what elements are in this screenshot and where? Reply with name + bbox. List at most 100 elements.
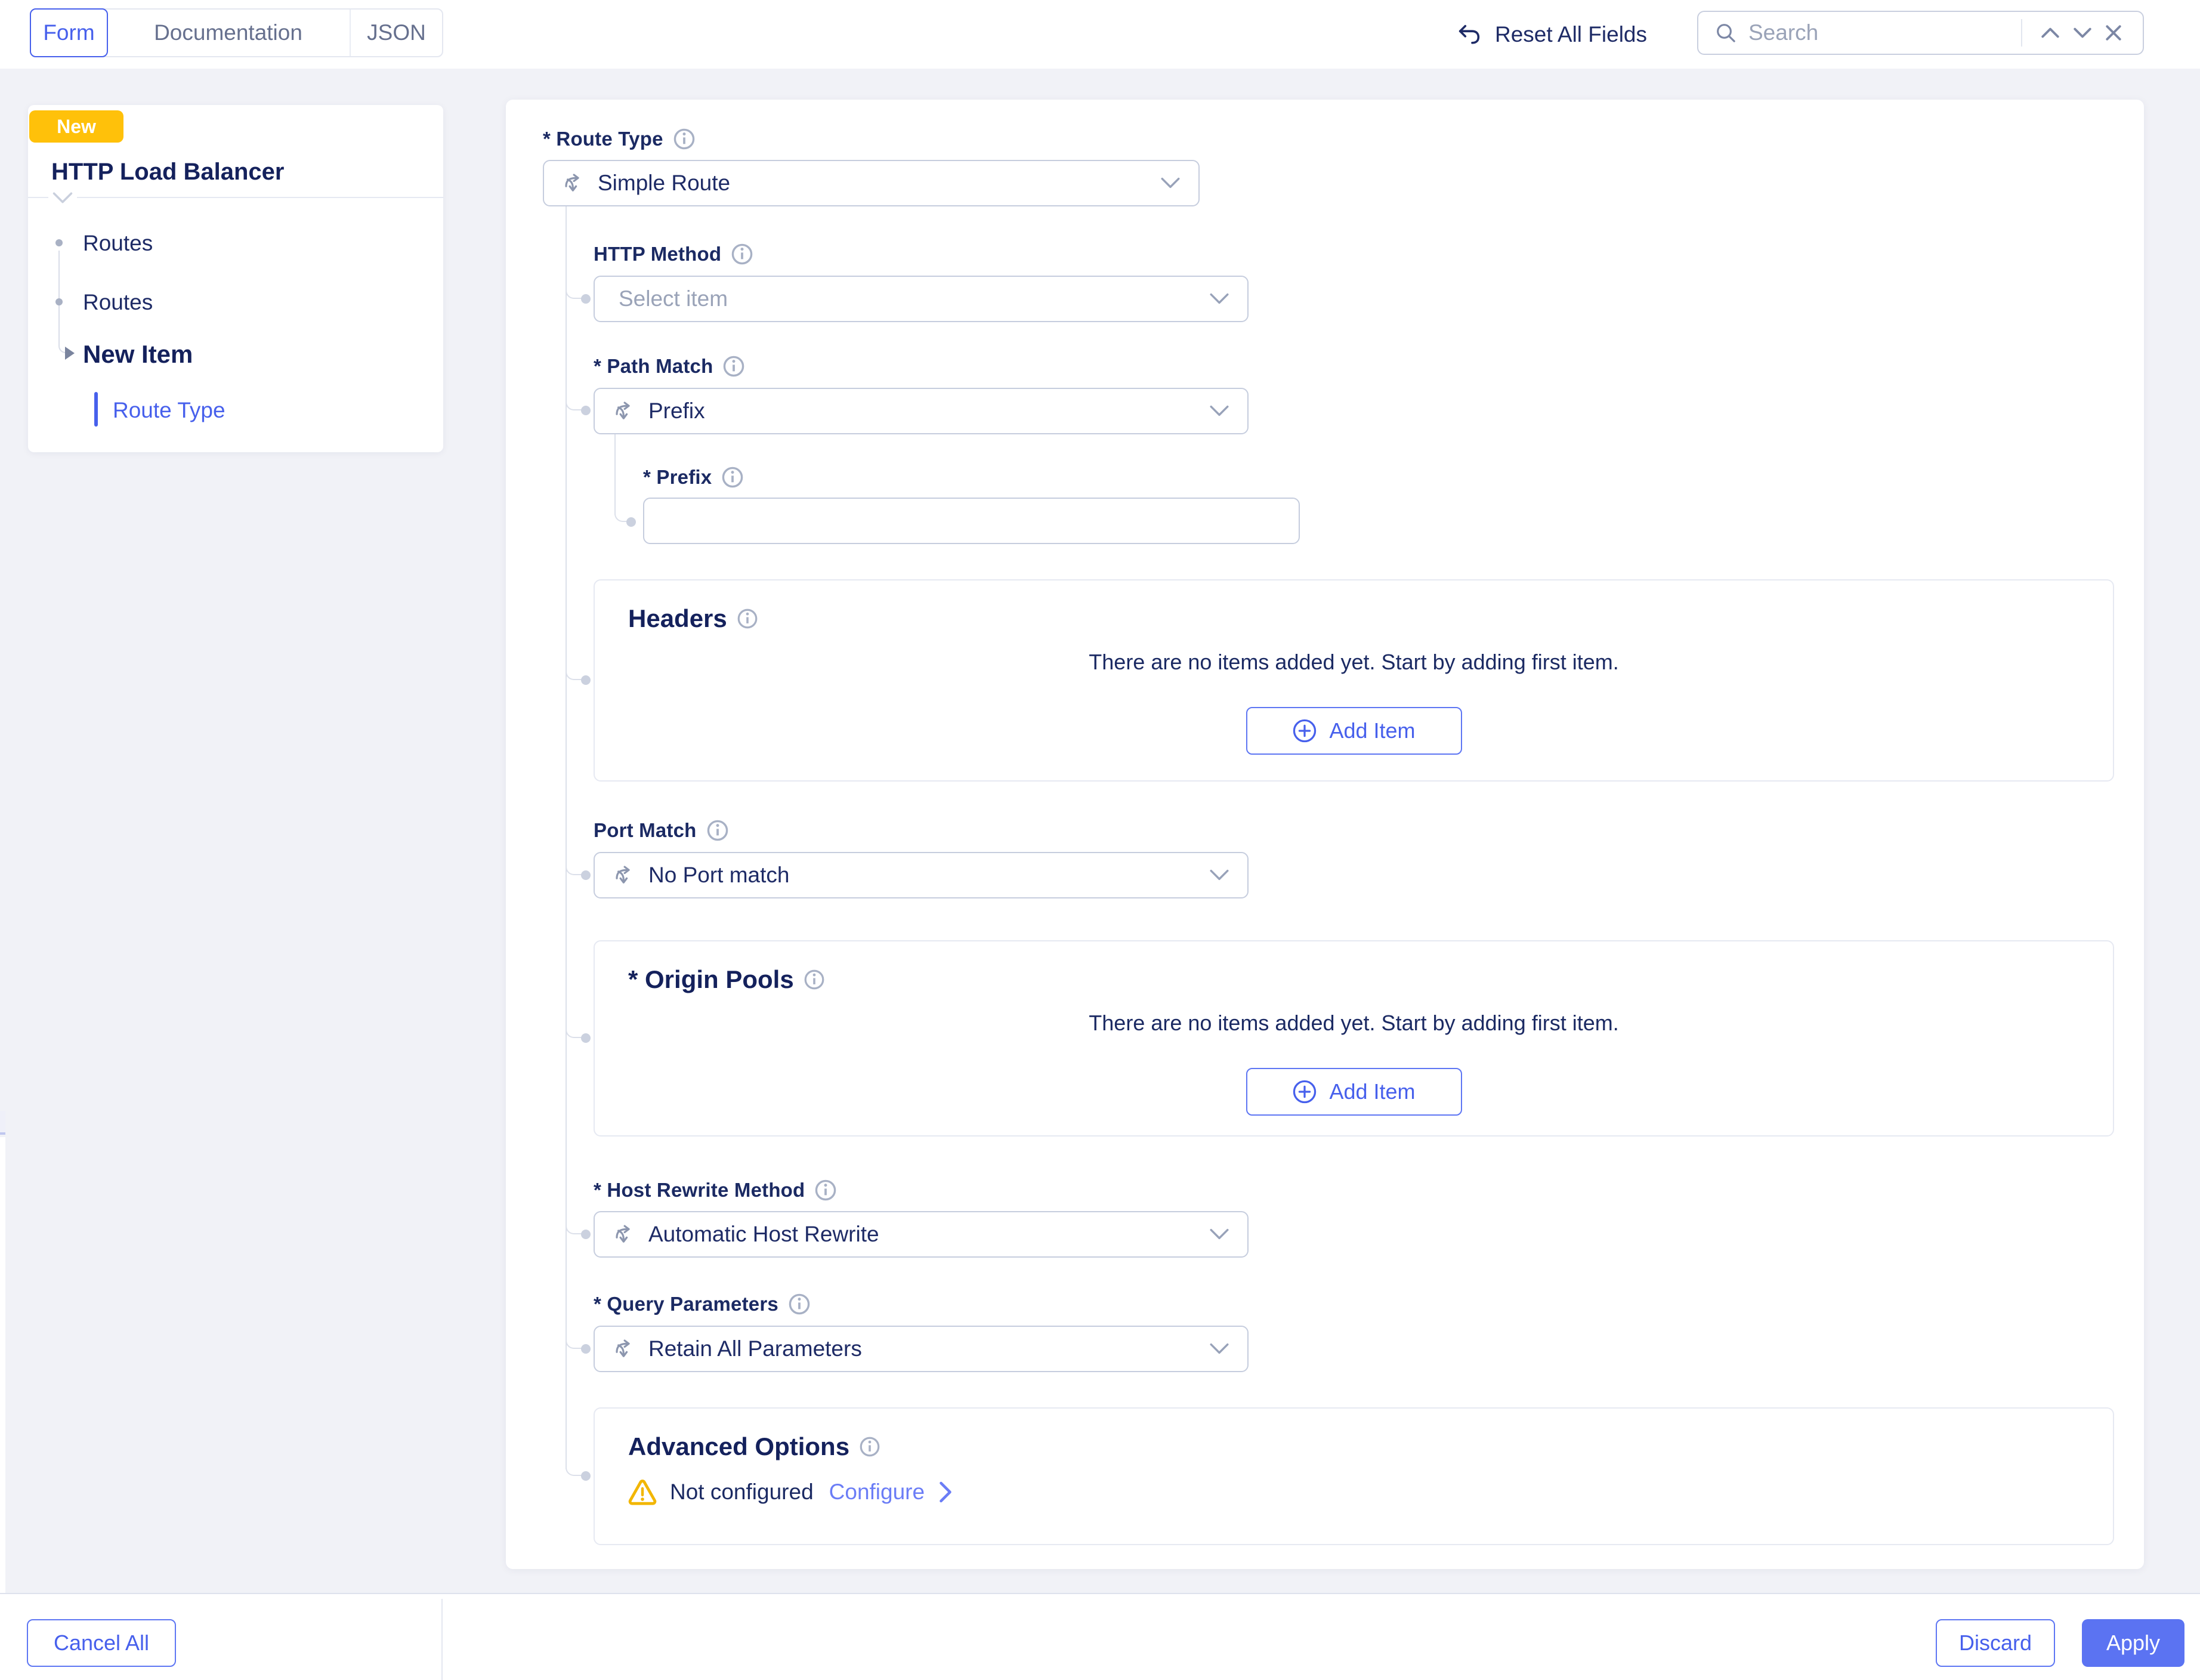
route-split-icon	[613, 1336, 638, 1361]
content-canvas: New HTTP Load Balancer Routes Routes New…	[0, 69, 2200, 1593]
tab-form-label: Form	[43, 20, 94, 45]
active-item-indicator	[94, 392, 98, 427]
sidebar-item-routes-2[interactable]: Routes	[83, 290, 153, 315]
route-type-select[interactable]: Simple Route	[543, 160, 1200, 206]
chevron-right-icon[interactable]	[938, 1480, 953, 1504]
form-tree-elbow	[566, 1023, 583, 1038]
sidebar-item-route-type[interactable]: Route Type	[113, 398, 225, 423]
reset-all-fields-button[interactable]: Reset All Fields	[1456, 0, 1647, 69]
info-icon[interactable]	[859, 1436, 880, 1457]
sidebar-item-routes-1[interactable]: Routes	[83, 231, 153, 256]
apply-button[interactable]: Apply	[2082, 1619, 2184, 1667]
form-tree-dot	[581, 406, 591, 415]
collapse-chevron-icon[interactable]	[48, 192, 77, 208]
info-icon[interactable]	[788, 1293, 811, 1315]
origin-pools-title-row: * Origin Pools	[628, 965, 2080, 994]
route-type-label: * Route Type	[543, 128, 663, 150]
search-box	[1697, 11, 2144, 55]
form-tree-elbow	[566, 1460, 583, 1476]
http-method-label: HTTP Method	[594, 243, 721, 265]
left-edge-scroll-artifact	[0, 1111, 5, 1135]
tab-form[interactable]: Form	[30, 8, 108, 57]
headers-add-item-label: Add Item	[1329, 718, 1415, 743]
route-split-icon	[613, 399, 638, 424]
info-icon[interactable]	[673, 128, 696, 150]
info-icon[interactable]	[722, 355, 745, 378]
host-rewrite-label-row: * Host Rewrite Method	[594, 1176, 837, 1204]
origin-pools-empty-text: There are no items added yet. Start by a…	[628, 1011, 2080, 1036]
info-icon[interactable]	[731, 243, 753, 265]
configure-link[interactable]: Configure	[829, 1480, 925, 1505]
chevron-down-icon	[1160, 177, 1181, 189]
info-icon[interactable]	[721, 466, 744, 489]
form-tree-dot	[581, 1471, 591, 1481]
host-rewrite-label: * Host Rewrite Method	[594, 1179, 805, 1202]
origin-pools-title: * Origin Pools	[628, 965, 794, 994]
form-tree-dot	[581, 1230, 591, 1239]
chevron-down-icon	[1209, 293, 1229, 305]
discard-button[interactable]: Discard	[1936, 1619, 2055, 1667]
route-type-value: Simple Route	[598, 171, 730, 196]
info-icon[interactable]	[814, 1179, 837, 1202]
search-prev-icon[interactable]	[2034, 26, 2066, 39]
warning-icon	[628, 1479, 657, 1505]
left-edge-panel-strip	[0, 1137, 5, 1593]
info-icon[interactable]	[804, 969, 825, 990]
headers-section: Headers There are no items added yet. St…	[594, 579, 2114, 782]
info-icon[interactable]	[737, 608, 758, 629]
tab-documentation-label: Documentation	[154, 20, 302, 45]
path-match-select[interactable]: Prefix	[594, 388, 1249, 434]
reset-all-fields-label: Reset All Fields	[1495, 22, 1647, 47]
port-match-label-row: Port Match	[594, 817, 729, 844]
top-toolbar: Form Documentation JSON Reset All Fields	[0, 0, 2200, 69]
form-tree-dot	[581, 294, 591, 304]
query-params-label: * Query Parameters	[594, 1293, 778, 1315]
chevron-down-icon	[1209, 405, 1229, 417]
query-params-label-row: * Query Parameters	[594, 1290, 811, 1318]
origin-pools-add-item-label: Add Item	[1329, 1079, 1415, 1104]
form-tree-elbow	[566, 860, 583, 875]
chevron-down-icon	[1209, 869, 1229, 881]
sidebar-item-new-item[interactable]: New Item	[83, 340, 193, 369]
host-rewrite-value: Automatic Host Rewrite	[648, 1222, 879, 1247]
headers-title: Headers	[628, 604, 727, 633]
tab-json[interactable]: JSON	[351, 10, 442, 56]
headers-add-item-button[interactable]: Add Item	[1246, 707, 1462, 755]
prefix-input[interactable]	[643, 498, 1300, 544]
cancel-all-button[interactable]: Cancel All	[27, 1619, 176, 1667]
chevron-down-icon	[1209, 1343, 1229, 1355]
info-icon[interactable]	[706, 819, 729, 842]
route-type-label-row: * Route Type	[543, 125, 696, 153]
path-match-value: Prefix	[648, 399, 705, 424]
advanced-options-title: Advanced Options	[628, 1432, 849, 1461]
origin-pools-section: * Origin Pools There are no items added …	[594, 940, 2114, 1137]
tab-documentation[interactable]: Documentation	[107, 10, 351, 56]
port-match-value: No Port match	[648, 863, 789, 888]
form-tree-elbow	[566, 395, 583, 410]
tab-json-label: JSON	[367, 20, 426, 45]
footer-divider	[441, 1599, 443, 1680]
search-input[interactable]	[1748, 20, 2016, 45]
search-next-icon[interactable]	[2066, 26, 2099, 39]
port-match-select[interactable]: No Port match	[594, 852, 1249, 898]
form-card: * Route Type Simple Route HTTP Method	[506, 100, 2144, 1569]
query-params-select[interactable]: Retain All Parameters	[594, 1326, 1249, 1372]
http-method-select[interactable]: Select item	[594, 276, 1249, 322]
http-method-label-row: HTTP Method	[594, 240, 753, 268]
new-status-badge: New	[29, 110, 123, 143]
form-tree-elbow	[566, 1333, 583, 1349]
plus-circle-icon	[1292, 718, 1317, 743]
host-rewrite-select[interactable]: Automatic Host Rewrite	[594, 1211, 1249, 1258]
form-tree-dot	[581, 675, 591, 685]
search-close-icon[interactable]	[2099, 24, 2128, 42]
prefix-tree-dot	[626, 517, 636, 527]
path-match-label-row: * Path Match	[594, 353, 745, 380]
chevron-down-icon	[1209, 1228, 1229, 1240]
query-params-value: Retain All Parameters	[648, 1336, 862, 1361]
headers-empty-text: There are no items added yet. Start by a…	[628, 650, 2080, 675]
origin-pools-add-item-button[interactable]: Add Item	[1246, 1068, 1462, 1116]
http-method-placeholder: Select item	[619, 286, 728, 311]
advanced-options-section: Advanced Options Not configured Configur…	[594, 1407, 2114, 1545]
view-tab-group: Form Documentation JSON	[30, 8, 443, 57]
path-match-label: * Path Match	[594, 355, 713, 378]
